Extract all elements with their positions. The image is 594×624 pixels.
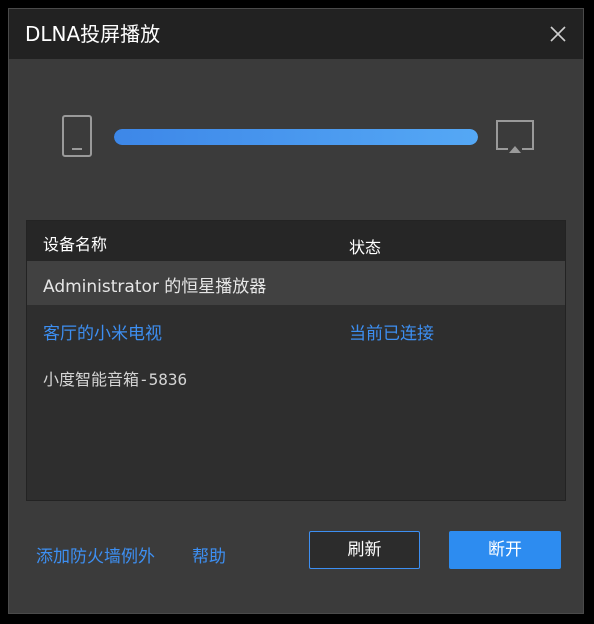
device-list-header: 设备名称 状态 bbox=[27, 221, 565, 261]
cast-progress-fill bbox=[114, 129, 478, 145]
device-name: 客厅的小米电视 bbox=[43, 324, 162, 344]
column-header-status: 状态 bbox=[349, 238, 382, 257]
phone-icon bbox=[62, 115, 92, 157]
device-status: 当前已连接 bbox=[349, 324, 434, 344]
add-firewall-exception-link[interactable]: 添加防火墙例外 bbox=[36, 542, 155, 567]
column-header-device-name: 设备名称 bbox=[43, 235, 108, 254]
dlna-cast-dialog: DLNA投屏播放 设备名称 状态 Administrator 的恒星播放器 客厅… bbox=[8, 8, 584, 614]
help-link[interactable]: 帮助 bbox=[192, 542, 226, 567]
tv-cast-icon bbox=[496, 120, 534, 153]
device-row-mi-tv[interactable]: 客厅的小米电视 当前已连接 bbox=[27, 308, 565, 352]
cast-status-area bbox=[9, 59, 583, 179]
close-icon bbox=[550, 26, 566, 42]
device-name: Administrator 的恒星播放器 bbox=[43, 277, 267, 297]
cast-progress-bar bbox=[114, 129, 478, 145]
title-bar: DLNA投屏播放 bbox=[9, 9, 583, 59]
device-row-xiaodu-speaker[interactable]: 小度智能音箱-5836 bbox=[27, 355, 565, 399]
close-button[interactable] bbox=[543, 19, 573, 49]
device-name: 小度智能音箱-5836 bbox=[43, 370, 188, 389]
refresh-button[interactable]: 刷新 bbox=[309, 531, 420, 569]
disconnect-button[interactable]: 断开 bbox=[449, 531, 561, 569]
device-list-panel: 设备名称 状态 Administrator 的恒星播放器 客厅的小米电视 当前已… bbox=[26, 220, 566, 501]
device-row-player[interactable]: Administrator 的恒星播放器 bbox=[27, 261, 565, 305]
dialog-title: DLNA投屏播放 bbox=[25, 22, 161, 46]
